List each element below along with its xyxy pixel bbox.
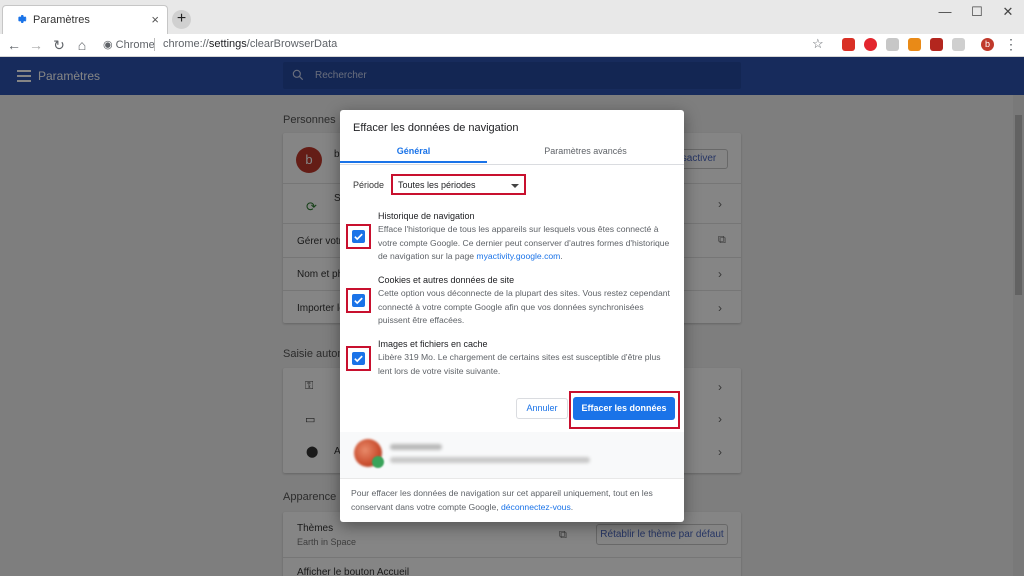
sign-out-link[interactable]: déconnectez-vous	[501, 502, 571, 512]
gear-icon	[18, 15, 27, 23]
cookies-checkbox[interactable]	[352, 294, 365, 307]
address-bar[interactable]: ◉ Chrome chrome://settings/clearBrowserD…	[97, 35, 835, 55]
blurred-account-name	[390, 444, 442, 450]
cookies-title: Cookies et autres données de site	[378, 275, 515, 285]
checkmark-icon	[354, 297, 363, 305]
browser-toolbar: ← → ↻ ⌂ ◉ Chrome chrome://settings/clear…	[0, 34, 1024, 57]
ext-gray-box-icon[interactable]	[952, 38, 965, 51]
history-description: Efface l'historique de tous les appareil…	[378, 224, 670, 261]
clear-data-button[interactable]: Effacer les données	[573, 397, 675, 420]
tab-title: Paramètres	[33, 14, 90, 26]
history-title: Historique de navigation	[378, 211, 475, 221]
checkmark-icon	[354, 233, 363, 241]
back-button[interactable]: ←	[6, 37, 22, 53]
myactivity-link[interactable]: myactivity.google.com	[476, 251, 560, 261]
active-tab-indicator	[340, 161, 487, 163]
new-tab-button[interactable]: +	[172, 10, 191, 29]
blurred-account-email	[390, 457, 590, 463]
checkmark-icon	[354, 355, 363, 363]
ext-red-badge-icon[interactable]	[842, 38, 855, 51]
history-checkbox[interactable]	[352, 230, 365, 243]
cookies-description: Cette option vous déconnecte de la plupa…	[378, 288, 670, 325]
tab-strip: Paramètres × + — ☐ ✕	[0, 0, 1024, 34]
period-value: Toutes les périodes	[398, 180, 476, 190]
history-checkbox-highlight[interactable]	[346, 224, 371, 249]
reload-button[interactable]: ↻	[51, 37, 67, 53]
ext-dark-red-icon[interactable]	[930, 38, 943, 51]
tab-general[interactable]: Général	[340, 146, 487, 156]
dropdown-caret-icon	[511, 184, 519, 188]
clear-browsing-data-dialog: Effacer les données de navigation Généra…	[340, 110, 684, 522]
chrome-menu-icon[interactable]: ⋮	[1004, 36, 1018, 53]
cookies-checkbox-highlight[interactable]	[346, 288, 371, 313]
site-chip: ◉ Chrome	[103, 39, 155, 51]
footer-note: Pour effacer les données de navigation s…	[351, 488, 653, 512]
omnibox-separator	[154, 38, 155, 51]
tab-close-icon[interactable]: ×	[151, 12, 159, 27]
cancel-button[interactable]: Annuler	[516, 398, 568, 419]
forward-button[interactable]: →	[28, 37, 44, 53]
tab-divider	[340, 164, 684, 165]
account-strip	[340, 432, 684, 478]
profile-avatar[interactable]: b	[981, 38, 994, 51]
account-badge-icon	[372, 456, 384, 468]
close-window-button[interactable]: ✕	[1001, 4, 1015, 20]
tab-settings[interactable]: Paramètres ×	[2, 5, 168, 34]
tab-advanced[interactable]: Paramètres avancés	[487, 146, 684, 156]
home-button[interactable]: ⌂	[74, 37, 90, 53]
period-select[interactable]: Toutes les périodes	[391, 174, 526, 195]
ext-orange-key-icon[interactable]	[908, 38, 921, 51]
bookmark-star-icon[interactable]: ☆	[812, 36, 824, 52]
ext-gray-arrows-icon[interactable]	[886, 38, 899, 51]
cache-title: Images et fichiers en cache	[378, 339, 488, 349]
cache-checkbox-highlight[interactable]	[346, 346, 371, 371]
minimize-button[interactable]: —	[938, 4, 952, 19]
ext-red-download-icon[interactable]	[864, 38, 877, 51]
dialog-title: Effacer les données de navigation	[353, 122, 519, 134]
url-text: chrome://settings/clearBrowserData	[163, 38, 338, 50]
period-label: Période	[353, 180, 385, 190]
maximize-button[interactable]: ☐	[970, 4, 984, 20]
footer-divider	[340, 478, 684, 479]
cache-description: Libère 319 Mo. Le chargement de certains…	[378, 352, 661, 376]
cache-checkbox[interactable]	[352, 352, 365, 365]
